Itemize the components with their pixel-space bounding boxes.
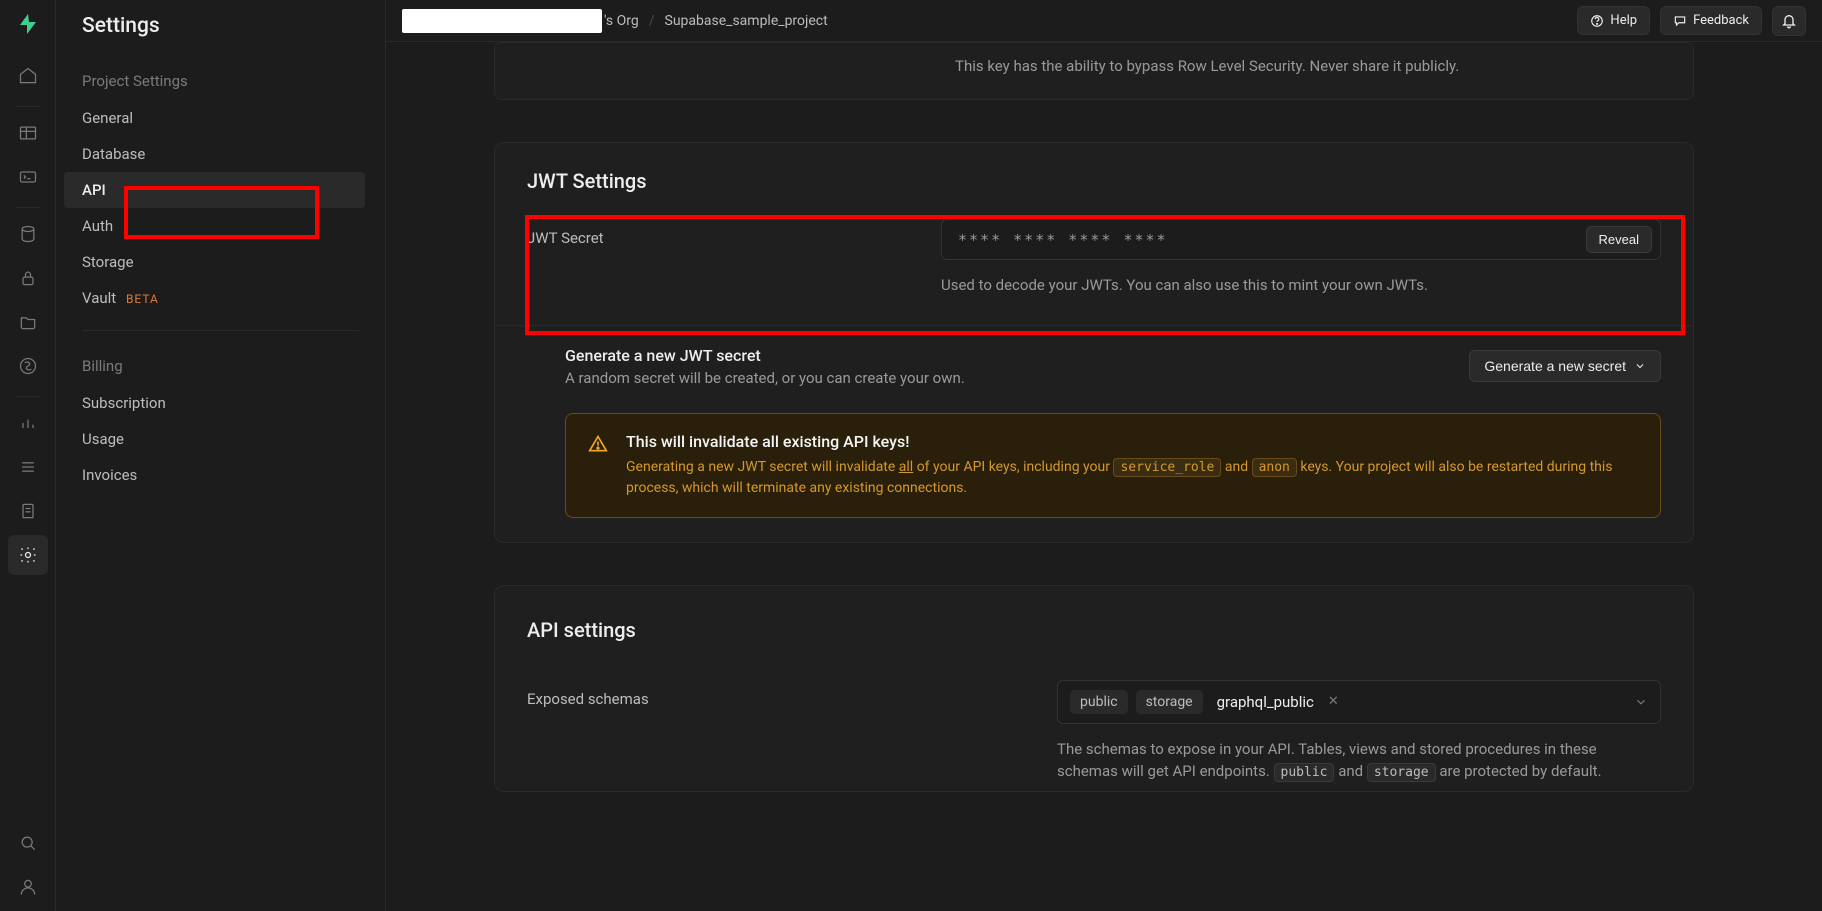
logs-icon[interactable]: [8, 447, 48, 487]
schema-tag-storage[interactable]: storage: [1136, 690, 1203, 714]
sidebar-item-vault[interactable]: Vault BETA: [64, 280, 365, 316]
generate-title: Generate a new JWT secret: [565, 346, 965, 365]
jwt-secret-field: **** **** **** **** Reveal: [941, 219, 1661, 260]
code-service-role: service_role: [1113, 458, 1221, 477]
generate-row: Generate a new JWT secret A random secre…: [495, 325, 1693, 407]
api-settings-title: API settings: [495, 586, 1693, 652]
chevron-down-icon: [1634, 360, 1646, 372]
reports-icon[interactable]: [8, 403, 48, 443]
generate-subtitle: A random secret will be created, or you …: [565, 369, 965, 387]
sql-icon[interactable]: [8, 157, 48, 197]
reveal-button[interactable]: Reveal: [1586, 226, 1652, 253]
account-icon[interactable]: [8, 867, 48, 907]
jwt-settings-title: JWT Settings: [495, 143, 1693, 203]
sidebar-group-billing: Billing: [56, 345, 385, 385]
warning-icon: [588, 432, 608, 499]
notifications-button[interactable]: [1772, 6, 1806, 36]
sidebar-item-auth[interactable]: Auth: [64, 208, 365, 244]
content-scroll[interactable]: This key has the ability to bypass Row L…: [386, 42, 1822, 911]
home-icon[interactable]: [8, 56, 48, 96]
org-suffix[interactable]: 's Org: [604, 13, 639, 29]
jwt-secret-label: JWT Secret: [527, 219, 941, 247]
feedback-button[interactable]: Feedback: [1660, 6, 1762, 35]
breadcrumb-separator: /: [649, 13, 655, 29]
exposed-schemas-help: The schemas to expose in your API. Table…: [1057, 738, 1661, 783]
service-role-note: This key has the ability to bypass Row L…: [495, 43, 1693, 75]
sidebar-item-api[interactable]: API: [64, 172, 365, 208]
warning-title: This will invalidate all existing API ke…: [626, 432, 1638, 451]
code-public: public: [1274, 763, 1335, 782]
sidebar-group-project: Project Settings: [56, 60, 385, 100]
exposed-schemas-select[interactable]: public storage graphql_public ✕: [1057, 680, 1661, 724]
schema-tag-public[interactable]: public: [1070, 690, 1128, 714]
exposed-schemas-label: Exposed schemas: [527, 680, 1057, 708]
jwt-secret-value: **** **** **** ****: [958, 231, 1586, 249]
search-icon[interactable]: [8, 823, 48, 863]
code-storage: storage: [1367, 763, 1436, 782]
bell-icon: [1781, 13, 1797, 29]
help-icon: [1590, 14, 1604, 28]
storage-icon[interactable]: [8, 302, 48, 342]
breadcrumb-project[interactable]: Supabase_sample_project: [665, 13, 828, 29]
sidebar-title: Settings: [56, 14, 385, 60]
sidebar-item-invoices[interactable]: Invoices: [64, 457, 365, 493]
jwt-settings-card: JWT Settings JWT Secret **** **** **** *…: [494, 142, 1694, 543]
chat-icon: [1673, 14, 1687, 28]
warning-box: This will invalidate all existing API ke…: [565, 413, 1661, 518]
topbar: 's Org / Supabase_sample_project Help Fe…: [386, 0, 1822, 42]
sidebar-item-storage[interactable]: Storage: [64, 244, 365, 280]
api-settings-card: API settings Exposed schemas public stor…: [494, 585, 1694, 792]
chevron-down-icon[interactable]: [1634, 695, 1648, 709]
main-area: 's Org / Supabase_sample_project Help Fe…: [386, 0, 1822, 911]
settings-icon[interactable]: [8, 535, 48, 575]
schema-value: graphql_public: [1211, 689, 1320, 715]
help-button[interactable]: Help: [1577, 6, 1650, 35]
exposed-schemas-row: Exposed schemas public storage graphql_p…: [495, 652, 1693, 791]
sidebar-item-database[interactable]: Database: [64, 136, 365, 172]
edge-icon[interactable]: [8, 346, 48, 386]
settings-sidebar: Settings Project Settings General Databa…: [56, 0, 386, 911]
warning-text: Generating a new JWT secret will invalid…: [626, 457, 1638, 499]
beta-badge: BETA: [126, 292, 159, 306]
jwt-secret-row: JWT Secret **** **** **** **** Reveal Us…: [495, 203, 1693, 305]
sidebar-item-subscription[interactable]: Subscription: [64, 385, 365, 421]
org-name-redacted: [402, 9, 602, 33]
supabase-logo-icon[interactable]: [16, 12, 40, 36]
schema-remove-icon[interactable]: ✕: [1328, 694, 1339, 709]
code-anon: anon: [1252, 458, 1297, 477]
generate-secret-button[interactable]: Generate a new secret: [1469, 350, 1661, 382]
sidebar-item-general[interactable]: General: [64, 100, 365, 136]
docs-icon[interactable]: [8, 491, 48, 531]
database-icon[interactable]: [8, 214, 48, 254]
jwt-secret-help: Used to decode your JWTs. You can also u…: [941, 274, 1661, 297]
sidebar-item-usage[interactable]: Usage: [64, 421, 365, 457]
service-role-card-partial: This key has the ability to bypass Row L…: [494, 42, 1694, 100]
sidebar-item-label: Vault: [82, 289, 116, 307]
table-icon[interactable]: [8, 113, 48, 153]
icon-rail: [0, 0, 56, 911]
lock-icon[interactable]: [8, 258, 48, 298]
